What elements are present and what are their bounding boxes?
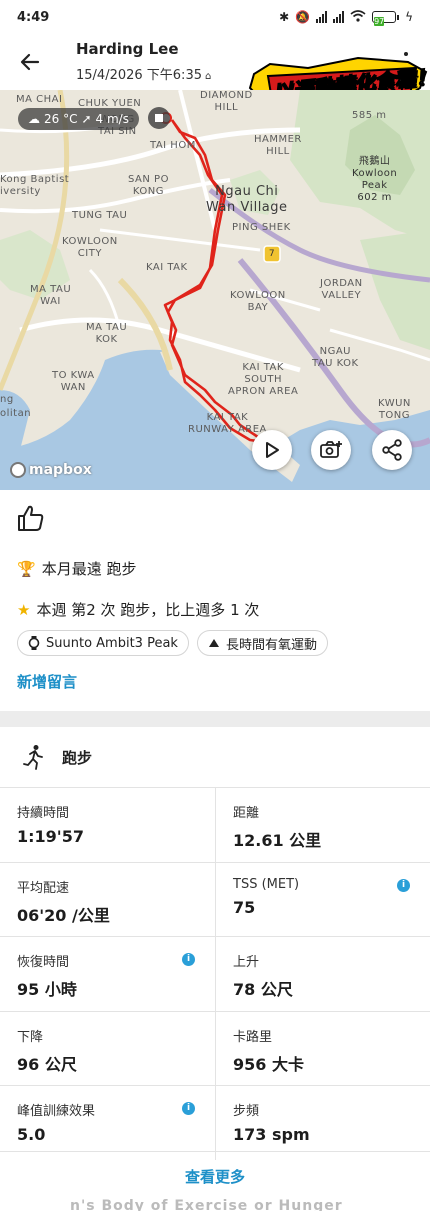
trophy-icon: 🏆 (17, 559, 36, 578)
route-end-marker (148, 107, 170, 129)
map-label-kong-baptist: Kong Baptist iversity (0, 174, 70, 197)
user-name: Harding Lee (76, 40, 179, 58)
mute-icon: 🔕 (295, 10, 311, 24)
stats-row: 下降 96 公尺 卡路里 956 大卡 (0, 1010, 430, 1085)
info-icon[interactable]: i (182, 1102, 195, 1115)
map-label-san-po-kong: SAN PO KONG (128, 174, 169, 197)
wifi-icon (350, 9, 366, 25)
star-icon: ★ (17, 600, 31, 619)
stat-distance: 距離 12.61 公里 (215, 788, 430, 862)
map-route-7-label: 7 (268, 249, 276, 259)
status-icons: ✱ 🔕 97 ϟ (279, 9, 413, 26)
cloud-sun-icon: ☁ (28, 112, 40, 126)
info-icon[interactable]: i (182, 953, 195, 966)
tag-chips: Suunto Ambit3 Peak 長時間有氧運動 (17, 630, 328, 656)
app-header: Harding Lee 15/4/2026 下午6:35 ⌂ 以運動轉化食糧！ (0, 34, 430, 110)
camera-plus-icon (320, 441, 342, 458)
wind-icon: ➚ (81, 112, 92, 126)
add-photo-button[interactable] (311, 430, 351, 470)
charging-icon: ϟ (405, 10, 413, 24)
stat-avg-pace: 平均配速 06'20 /公里 (17, 880, 110, 925)
stats-grid: 持續時間 1:19'57 距離 12.61 公里 平均配速 06'20 /公里 TSS… (0, 787, 430, 1160)
stats-row: 恢復時間 95 小時 i 上升 78 公尺 (0, 936, 430, 1011)
mapbox-attribution[interactable]: mapbox (10, 462, 92, 478)
map-label-kai-tak-south: KAI TAK SOUTH APRON AREA (228, 362, 299, 397)
stat-duration: 持續時間 1:19'57 (17, 806, 84, 846)
achievement-monthly: 🏆 本月最遠 跑步 (17, 559, 137, 579)
map-label-diamond-hill: DIAMOND HILL (200, 90, 253, 113)
stat-tss: TSS (MET) 75 i (215, 862, 430, 936)
map-label-olitan: olitan (0, 408, 32, 419)
thumbs-up-icon (18, 505, 44, 531)
see-more-button[interactable]: 查看更多 (0, 1151, 430, 1201)
mapbox-logo-icon (10, 462, 26, 478)
stats-row: 平均配速 06'20 /公里 TSS (MET) 75 i (0, 861, 430, 936)
stop-icon (155, 114, 163, 122)
lock-icon: ⌂ (204, 71, 212, 82)
stat-ascent: 上升 78 公尺 (215, 937, 430, 1011)
back-button[interactable] (16, 48, 44, 76)
mountain-icon (208, 639, 219, 647)
back-arrow-icon (20, 53, 40, 71)
map-label-ma-tau-kok: MA TAU KOK (86, 322, 128, 345)
add-comment-link[interactable]: 新增留言 (17, 671, 77, 692)
bluetooth-icon: ✱ (279, 10, 290, 24)
chip-training-type[interactable]: 長時間有氧運動 (196, 630, 328, 656)
map-label-kowloon-city: KOWLOON CITY (62, 236, 118, 259)
stat-peak-training-effect: 峰值訓練效果 5.0 i (0, 1086, 215, 1160)
map-label-ngau-tau-kok: NGAU TAU KOK (312, 346, 359, 369)
stat-recovery-time: 恢復時間 95 小時 i (0, 937, 215, 1011)
route-map[interactable]: MA CHAI CHUK YUEN WONG TAI SIN DIAMOND H… (0, 90, 430, 490)
map-label-ping-shek: PING SHEK (232, 222, 291, 233)
status-bar: 4:49 ✱ 🔕 97 ϟ (0, 0, 430, 34)
bottom-overlay-text: n's Body of Exercise or Hunger (70, 1198, 343, 1211)
stat-cadence: 步頻 173 spm (215, 1086, 430, 1160)
activity-date: 15/4/2026 下午6:35 ⌂ (76, 68, 212, 83)
battery-icon: 97 (372, 11, 400, 26)
map-label-kwun-tong: KWUN TONG (378, 398, 411, 421)
battery-level: 97 (374, 17, 385, 26)
share-icon (382, 439, 402, 461)
stats-row: 持續時間 1:19'57 距離 12.61 公里 (0, 787, 430, 862)
map-label-kowloon-peak: 飛鵝山 Kowloon Peak 602 m (352, 156, 398, 203)
signal-icon (316, 11, 328, 23)
map-label-kai-tak-runway: KAI TAK RUNWAY AREA (188, 412, 267, 435)
weather-wind: 4 m/s (95, 112, 129, 126)
map-label-jordan-valley: JORDAN VALLEY (320, 278, 363, 301)
stat-calories: 卡路里 956 大卡 (215, 1011, 430, 1085)
weather-chip: ☁ 26 °C ➚ 4 m/s (18, 108, 139, 130)
map-label-ng: ng (0, 394, 14, 405)
map-label-ma-chai: MA CHAI (16, 94, 63, 105)
map-label-kai-tak: KAI TAK (146, 262, 188, 273)
activity-type-header: 跑步 (0, 727, 430, 787)
play-icon (266, 442, 279, 458)
info-icon[interactable]: i (397, 878, 410, 892)
map-label-tung-tau: TUNG TAU (72, 210, 128, 221)
map-label-kowloon-bay: KOWLOON BAY (230, 290, 286, 313)
stat-descent: 下降 96 公尺 (17, 1029, 77, 1074)
section-divider (0, 711, 430, 727)
map-label-to-kwa-wan: TO KWA WAN (52, 370, 95, 393)
map-label-hammer-hill: HAMMER HILL (254, 134, 302, 157)
map-label-ma-tau-wai: MA TAU WAI (30, 284, 72, 307)
map-label-elevation: 585 m (352, 110, 387, 121)
like-button[interactable] (16, 503, 46, 533)
running-icon (23, 745, 43, 770)
chip-device[interactable]: Suunto Ambit3 Peak (17, 630, 189, 656)
map-label-tai-hom: TAI HOM (150, 140, 196, 151)
watch-icon (28, 636, 40, 650)
signal-2-icon (333, 11, 345, 23)
achievement-weekly: ★ 本週 第2 次 跑步，比上週多 1 次 (17, 600, 260, 620)
weather-temperature: 26 °C (44, 112, 78, 126)
share-button[interactable] (372, 430, 412, 470)
status-time: 4:49 (17, 9, 50, 25)
activity-type-label: 跑步 (62, 748, 93, 767)
map-label-ngau-chi-wan: Ngau Chi Wan Village (206, 184, 288, 215)
stats-row: 峰值訓練效果 5.0 i 步頻 173 spm (0, 1085, 430, 1160)
play-replay-button[interactable] (252, 430, 292, 470)
